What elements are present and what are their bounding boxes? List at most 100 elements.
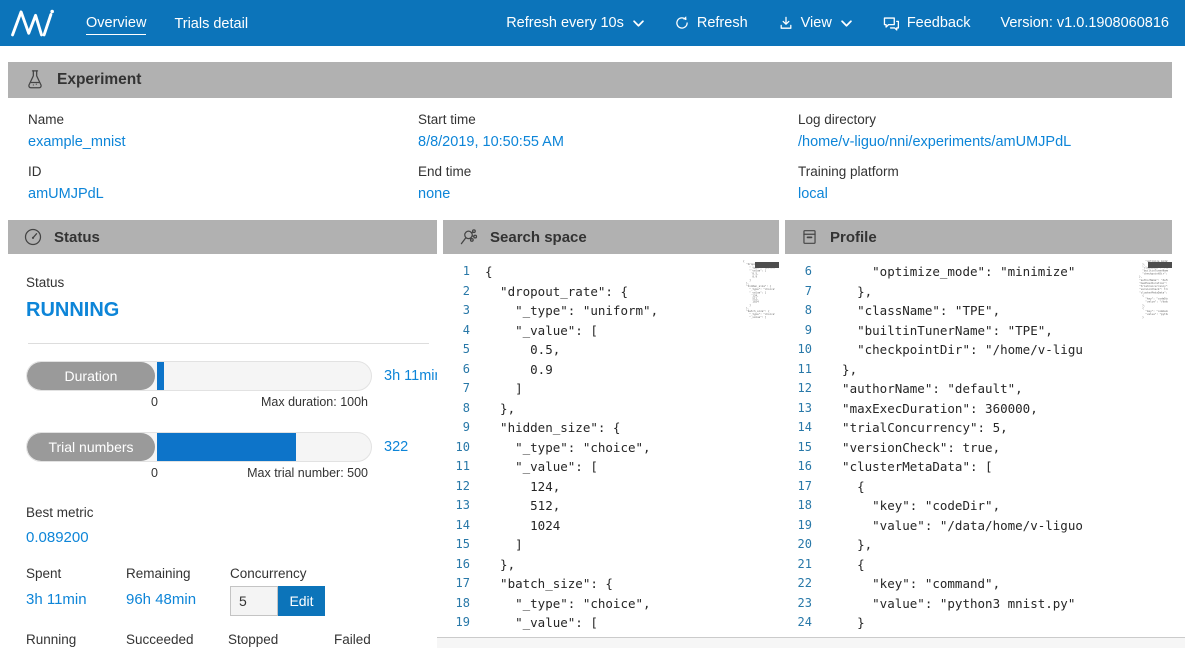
chevron-down-icon (633, 20, 644, 27)
line-number: 16 (443, 555, 485, 575)
line-number: 11 (785, 360, 827, 380)
flask-icon (25, 69, 45, 91)
line-number: 17 (443, 574, 485, 594)
profile-panel: Profile 6 "optimize_mode": "minimize" 7 … (785, 220, 1172, 648)
code-lines[interactable]: 1 { 2 "dropout_rate": { 3 "_type": "unif… (443, 262, 779, 633)
field-log-directory: Log directory /home/v-liguo/nni/experime… (798, 112, 1172, 164)
horizontal-scrollbar[interactable] (437, 637, 1185, 648)
code-text: "_value": [ (485, 613, 598, 633)
minimap[interactable]: { "dropout_rate": { "_type": "uniform", … (743, 260, 775, 648)
code-lines[interactable]: 6 "optimize_mode": "minimize" 7 }, 8 "cl… (785, 262, 1172, 633)
code-text: ] (485, 379, 523, 399)
code-line: 6 0.9 (443, 360, 779, 380)
nni-logo-icon (10, 8, 56, 38)
succeeded-cell: Succeeded 148 (126, 632, 228, 648)
code-line: 7 }, (785, 282, 1172, 302)
trial-numbers-scale: 0 Max trial number: 500 (26, 466, 372, 482)
refresh-interval-dropdown[interactable]: Refresh every 10s (506, 15, 644, 31)
gauge-icon (23, 227, 43, 247)
field-id: ID amUMJPdL (28, 164, 418, 216)
code-line: 17 "batch_size": { (443, 574, 779, 594)
line-number: 22 (785, 574, 827, 594)
field-start-time: Start time 8/8/2019, 10:50:55 AM (418, 112, 798, 164)
code-line: 10 "_type": "choice", (443, 438, 779, 458)
search-space-panel: Search space 1 { 2 "dropout_rate": { (443, 220, 779, 648)
scale-min: 0 (151, 466, 158, 480)
remaining-label: Remaining (126, 566, 230, 581)
minimap-slider[interactable] (1148, 262, 1172, 268)
refresh-icon (674, 15, 690, 31)
line-number: 13 (443, 496, 485, 516)
duration-row: Duration 3h 11min (26, 361, 437, 391)
line-number: 4 (443, 321, 485, 341)
code-text: { (827, 555, 865, 575)
trial-numbers-progressbar: Trial numbers (26, 432, 372, 462)
line-number: 18 (785, 496, 827, 516)
code-line: 5 0.5, (443, 340, 779, 360)
code-line: 12 124, (443, 477, 779, 497)
experiment-title: Experiment (57, 71, 141, 89)
search-space-editor[interactable]: 1 { 2 "dropout_rate": { 3 "_type": "unif… (443, 254, 779, 648)
code-text: }, (827, 360, 857, 380)
code-text: "key": "codeDir", (827, 496, 1000, 516)
tab-trials-detail[interactable]: Trials detail (174, 12, 248, 35)
concurrency-label: Concurrency (230, 566, 437, 581)
field-value: none (418, 186, 798, 202)
line-number: 13 (785, 399, 827, 419)
minimap-slider[interactable] (755, 262, 779, 268)
code-line: 24 } (785, 613, 1172, 633)
line-number: 17 (785, 477, 827, 497)
concurrency-cell: Concurrency Edit (230, 566, 437, 616)
refresh-button[interactable]: Refresh (674, 15, 748, 31)
code-text: "value": "/data/home/v-liguo (827, 516, 1083, 536)
trial-numbers-bar-track (155, 433, 371, 461)
code-text: "_type": "uniform", (485, 301, 658, 321)
feedback-chat-icon (882, 15, 900, 31)
field-label: ID (28, 164, 418, 179)
profile-panel-header: Profile (785, 220, 1172, 254)
edit-concurrency-button[interactable]: Edit (278, 586, 325, 616)
field-value: amUMJPdL (28, 186, 418, 202)
code-text: "versionCheck": true, (827, 438, 1000, 458)
refresh-label: Refresh (697, 15, 748, 31)
profile-editor[interactable]: 6 "optimize_mode": "minimize" 7 }, 8 "cl… (785, 254, 1172, 648)
line-number: 16 (785, 457, 827, 477)
code-line: 10 "checkpointDir": "/home/v-ligu (785, 340, 1172, 360)
chevron-down-icon (841, 20, 852, 27)
minimap[interactable]: "optimize_mode": "minimize" }, "classNam… (1136, 260, 1168, 648)
tab-overview[interactable]: Overview (86, 11, 146, 35)
field-training-platform: Training platform local (798, 164, 1172, 216)
search-space-title: Search space (490, 229, 587, 246)
view-dropdown[interactable]: View (778, 15, 852, 31)
feedback-link[interactable]: Feedback (882, 15, 971, 31)
concurrency-input[interactable] (230, 586, 278, 616)
status-label: Status (26, 275, 437, 290)
field-label: Name (28, 112, 418, 127)
code-line: 18 "key": "codeDir", (785, 496, 1172, 516)
code-text: 0.9 (485, 360, 553, 380)
trial-numbers-row: Trial numbers 322 (26, 432, 437, 462)
panels-row: Status Status RUNNING Duration 3h 11min … (8, 220, 1172, 648)
code-text: "checkpointDir": "/home/v-ligu (827, 340, 1083, 360)
field-label: Training platform (798, 164, 1172, 179)
code-line: 1 { (443, 262, 779, 282)
duration-progressbar: Duration (26, 361, 372, 391)
failed-label: Failed (334, 632, 437, 647)
line-number: 18 (443, 594, 485, 614)
code-line: 20 }, (785, 535, 1172, 555)
code-line: 12 "authorName": "default", (785, 379, 1172, 399)
line-number: 14 (785, 418, 827, 438)
navbar: Overview Trials detail Refresh every 10s… (0, 0, 1185, 46)
line-number: 10 (443, 438, 485, 458)
trial-numbers-value: 322 (384, 439, 408, 455)
code-line: 22 "key": "command", (785, 574, 1172, 594)
scale-min: 0 (151, 395, 158, 409)
code-line: 15 ] (443, 535, 779, 555)
line-number: 9 (785, 321, 827, 341)
field-label: Start time (418, 112, 798, 127)
code-line: 8 }, (443, 399, 779, 419)
code-line: 14 1024 (443, 516, 779, 536)
code-line: 14 "trialConcurrency": 5, (785, 418, 1172, 438)
line-number: 8 (443, 399, 485, 419)
duration-scale: 0 Max duration: 100h (26, 395, 372, 411)
